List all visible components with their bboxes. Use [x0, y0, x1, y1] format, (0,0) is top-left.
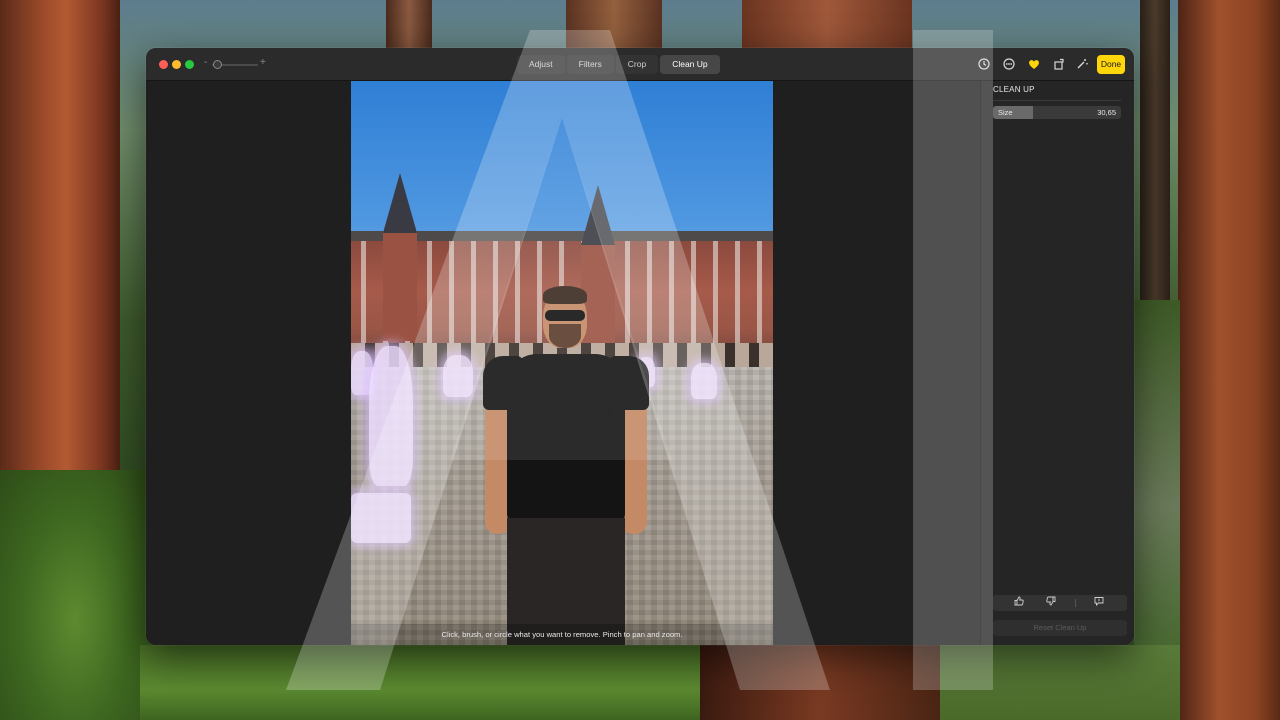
- maximize-window-button[interactable]: [185, 60, 194, 69]
- undergrowth: [0, 470, 150, 720]
- highlighted-object[interactable]: [369, 346, 413, 486]
- thumbs-up-icon[interactable]: [1011, 595, 1027, 611]
- photo-canvas[interactable]: Click, brush, or circle what you want to…: [146, 81, 980, 645]
- tree-trunk: [1178, 0, 1280, 720]
- highlighted-object[interactable]: [443, 355, 473, 397]
- hair: [543, 286, 587, 304]
- magic-wand-icon[interactable]: [1075, 57, 1089, 71]
- thumbs-down-icon[interactable]: [1043, 595, 1059, 611]
- sleeve: [483, 356, 523, 410]
- heart-icon[interactable]: [1027, 57, 1041, 71]
- tab-adjust[interactable]: Adjust: [517, 55, 565, 74]
- photo-image[interactable]: [351, 81, 773, 645]
- tree-trunk: [386, 0, 432, 50]
- tab-clean-up[interactable]: Clean Up: [660, 55, 720, 74]
- brush-size-slider[interactable]: Size 30,65: [993, 106, 1121, 119]
- zoom-slider-knob[interactable]: [213, 60, 222, 69]
- tower: [383, 231, 417, 341]
- report-icon[interactable]: [1091, 595, 1107, 611]
- tree-trunk: [566, 0, 662, 50]
- tab-crop[interactable]: Crop: [615, 55, 659, 74]
- watermark-band: [913, 30, 993, 690]
- spire: [383, 173, 417, 233]
- tab-filters[interactable]: Filters: [566, 55, 614, 74]
- edit-tabs: Adjust Filters Crop Clean Up: [517, 55, 722, 74]
- divider: [993, 100, 1121, 101]
- brush-size-value: 30,65: [1097, 108, 1116, 117]
- brush-size-label: Size: [998, 108, 1013, 117]
- minimize-window-button[interactable]: [172, 60, 181, 69]
- beard: [549, 324, 581, 348]
- divider: [1075, 599, 1076, 607]
- clean-up-sidebar: CLEAN UP Size 30,65 Reset Clean Up: [980, 81, 1134, 645]
- clean-up-hint: Click, brush, or circle what you want to…: [351, 624, 773, 645]
- reset-clean-up-button[interactable]: Reset Clean Up: [993, 620, 1127, 636]
- undergrowth: [140, 645, 700, 720]
- person-subject: [481, 286, 651, 645]
- sidebar-title: CLEAN UP: [993, 85, 1035, 94]
- spire: [581, 185, 615, 245]
- close-window-button[interactable]: [159, 60, 168, 69]
- zoom-out-label: -: [204, 57, 208, 68]
- undergrowth: [1134, 300, 1180, 645]
- highlighted-object[interactable]: [351, 493, 411, 543]
- more-icon[interactable]: [1002, 57, 1016, 71]
- tree-trunk: [742, 0, 912, 50]
- done-button[interactable]: Done: [1097, 55, 1125, 74]
- rotate-icon[interactable]: [1052, 57, 1066, 71]
- sleeve: [609, 356, 649, 410]
- zoom-in-label: +: [260, 57, 266, 68]
- torso: [507, 354, 625, 524]
- sunglasses: [545, 310, 585, 321]
- highlighted-object[interactable]: [691, 363, 717, 399]
- feedback-bar: [993, 595, 1127, 611]
- tree-trunk: [700, 645, 940, 720]
